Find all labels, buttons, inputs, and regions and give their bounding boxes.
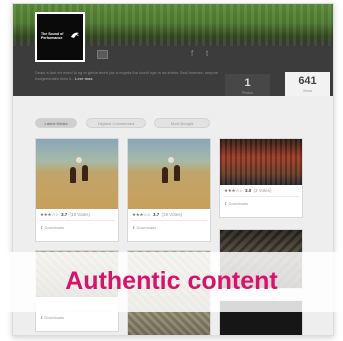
- image-icon[interactable]: [97, 50, 108, 59]
- media-card[interactable]: ★★★☆☆ 3.7 (19 Votes) ⬇ Downloads: [35, 138, 119, 242]
- ball: [168, 157, 174, 163]
- download-label: Downloads: [228, 201, 249, 206]
- player-figure: [82, 165, 88, 181]
- ball: [76, 157, 82, 163]
- stat-views-label: Views: [302, 89, 313, 93]
- rating-value: 3.0: [244, 188, 252, 193]
- rating-stars-icon[interactable]: ★★★☆☆: [132, 212, 151, 217]
- rating-stars-icon[interactable]: ★★★☆☆: [40, 212, 59, 217]
- download-link[interactable]: ⬇ Downloads: [224, 201, 248, 206]
- logo-text: The Sound of Performance: [41, 32, 64, 40]
- overlay-caption: Authentic content: [65, 267, 278, 295]
- profile-description: Deals a tout eh world lu ng to gethe bee…: [35, 70, 225, 82]
- media-card[interactable]: ★★★☆☆ 3.0 (3 Votes) ⬇ Downloads: [219, 138, 303, 218]
- stat-views[interactable]: 641 Views: [285, 72, 330, 96]
- tab-most-bought-label: Most Bought: [170, 121, 194, 126]
- rating-row: ★★★☆☆ 3.7 (19 Votes): [132, 212, 182, 218]
- divider: [39, 220, 115, 221]
- brand-logo[interactable]: The Sound of Performance: [35, 12, 85, 62]
- download-link[interactable]: ⬇ Downloads: [132, 225, 156, 230]
- divider: [131, 220, 207, 221]
- rating-stars-icon[interactable]: ★★★☆☆: [224, 188, 243, 193]
- stat-photos-label: Photos: [242, 91, 253, 95]
- media-photo[interactable]: [128, 139, 210, 209]
- media-card[interactable]: ★★★☆☆ 3.7 (19 Votes) ⬇ Downloads: [127, 138, 211, 242]
- twitter-icon[interactable]: t: [206, 50, 208, 58]
- facebook-icon[interactable]: f: [191, 50, 193, 58]
- profile-description-text: Deals a tout eh world lu ng to gethe bee…: [35, 70, 219, 81]
- download-link[interactable]: ⬇ Downloads: [40, 225, 64, 230]
- read-more-link[interactable]: Leer mas: [75, 76, 93, 81]
- download-icon: ⬇: [132, 225, 136, 230]
- leaping-cat-logo-icon: [71, 31, 79, 39]
- media-photo[interactable]: [220, 139, 302, 185]
- rating-count: (19 Votes): [161, 212, 182, 217]
- download-label: Downloads: [44, 315, 65, 320]
- tab-latest-media[interactable]: Latest Media: [35, 118, 77, 128]
- rating-row: ★★★☆☆ 3.0 (3 Votes): [224, 188, 271, 194]
- media-photo[interactable]: [36, 139, 118, 209]
- download-label: Downloads: [44, 225, 65, 230]
- rating-value: 3.7: [152, 212, 160, 217]
- tab-most-bought[interactable]: Most Bought: [154, 118, 210, 128]
- stat-views-value: 641: [298, 75, 317, 87]
- divider: [223, 196, 299, 197]
- rating-value: 3.7: [60, 212, 68, 217]
- profile-header: The Sound of Performance f t Deals a tou…: [13, 4, 333, 96]
- stat-photos[interactable]: 1 Photos: [225, 74, 270, 96]
- player-figure: [174, 165, 180, 181]
- download-label: Downloads: [136, 225, 157, 230]
- stat-photos-value: 1: [244, 77, 251, 89]
- tab-highest-commented-label: Highest Commented: [97, 121, 135, 126]
- download-link[interactable]: ⬇ Downloads: [40, 315, 64, 320]
- rating-count: (19 Votes): [69, 212, 90, 217]
- download-icon: ⬇: [40, 225, 44, 230]
- download-icon: ⬇: [224, 201, 228, 206]
- tab-latest-media-label: Latest Media: [44, 121, 68, 126]
- rating-row: ★★★☆☆ 3.7 (19 Votes): [40, 212, 90, 218]
- download-icon: ⬇: [40, 315, 44, 320]
- tab-highest-commented[interactable]: Highest Commented: [86, 118, 146, 128]
- player-figure: [162, 167, 168, 183]
- rating-count: (3 Votes): [253, 188, 272, 193]
- player-figure: [70, 167, 76, 183]
